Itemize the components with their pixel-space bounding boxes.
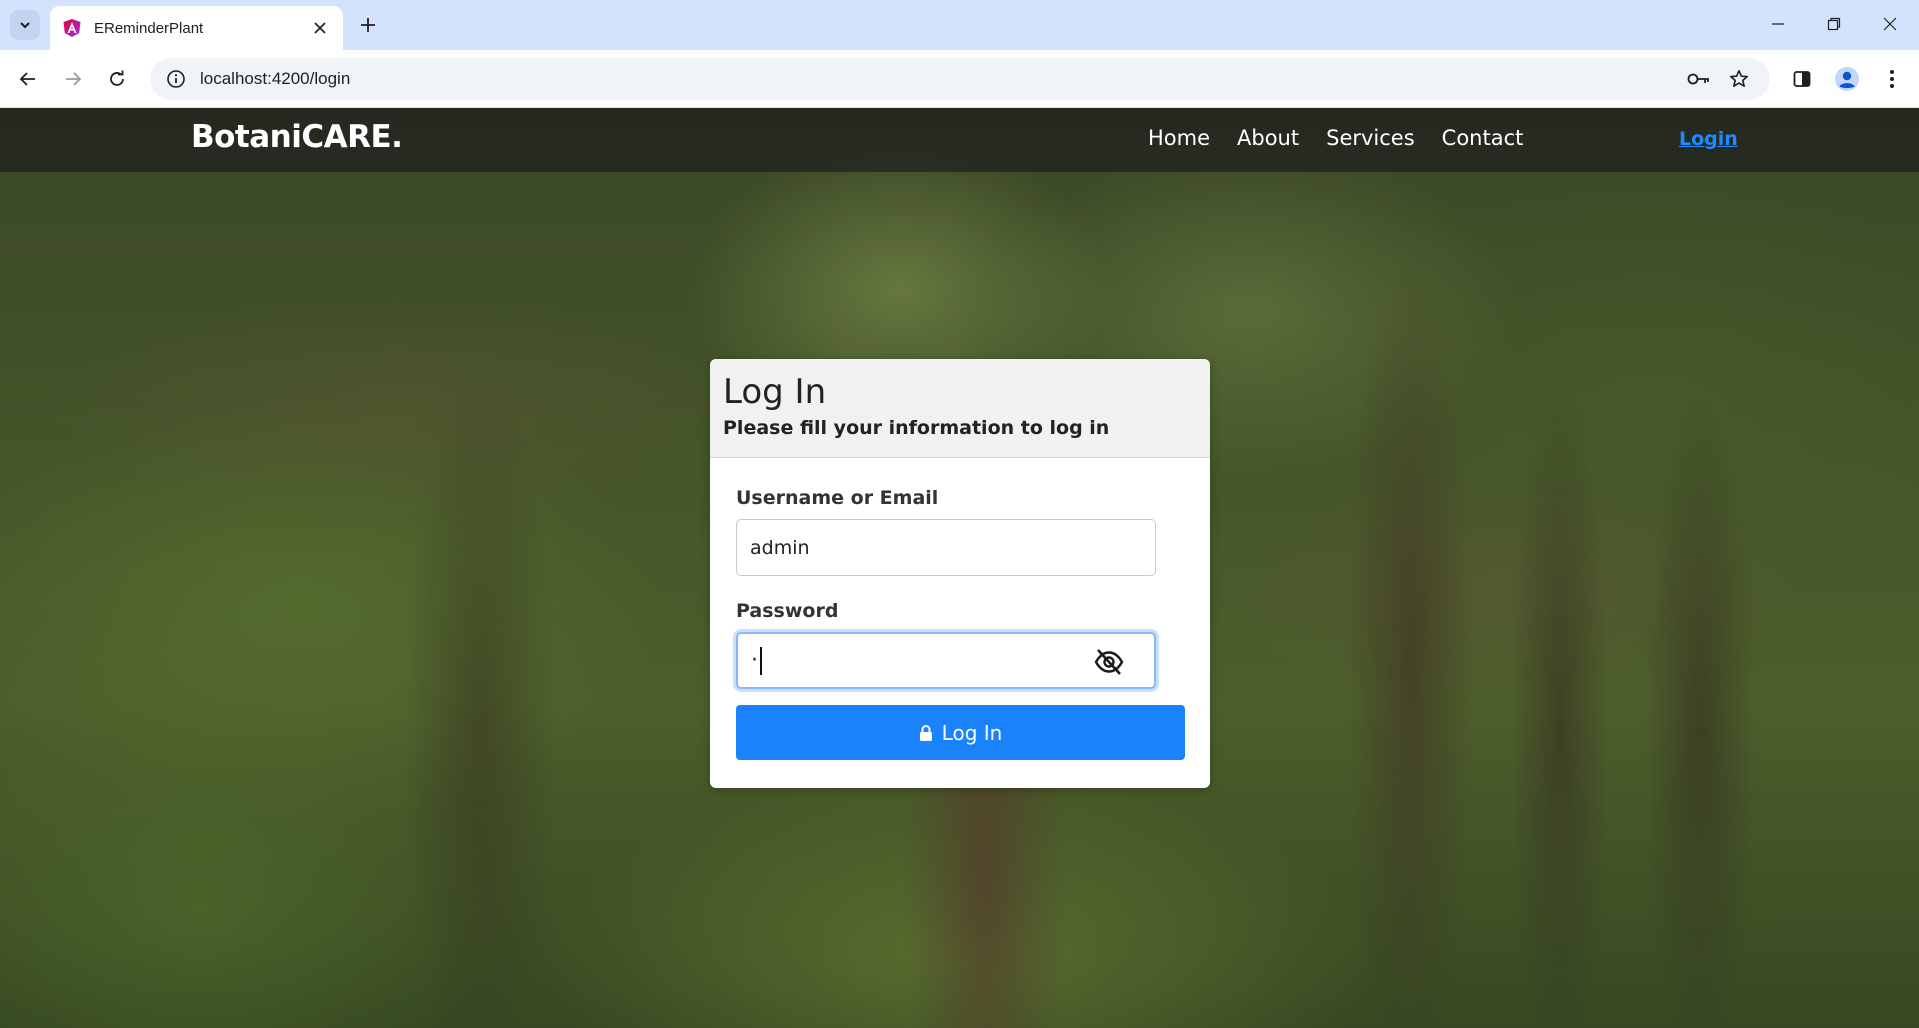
window-close-icon[interactable] xyxy=(1867,6,1913,42)
eye-slash-icon[interactable] xyxy=(1094,648,1124,676)
angular-favicon-icon xyxy=(63,19,81,37)
password-field[interactable]: · xyxy=(736,632,1156,689)
login-subtitle: Please fill your information to log in xyxy=(723,416,1110,439)
minimize-icon[interactable] xyxy=(1755,6,1801,42)
login-title: Log In xyxy=(723,372,827,412)
more-icon[interactable] xyxy=(1876,63,1908,95)
profile-icon[interactable] xyxy=(1831,63,1863,95)
login-button[interactable]: Log In xyxy=(736,705,1185,760)
sidebar-icon[interactable] xyxy=(1786,63,1818,95)
browser-toolbar: localhost:4200/login xyxy=(0,50,1919,108)
star-icon[interactable] xyxy=(1724,64,1754,94)
username-label: Username or Email xyxy=(736,487,939,509)
tab-list-icon[interactable] xyxy=(10,10,40,40)
brand-logo[interactable]: BotaniCARE. xyxy=(191,119,403,155)
close-icon[interactable] xyxy=(309,17,331,39)
restore-icon[interactable] xyxy=(1811,6,1857,42)
site-navbar: BotaniCARE. Home About Services Contact … xyxy=(0,109,1919,172)
login-card-header: Log In Please fill your information to l… xyxy=(710,359,1210,458)
nav-login-link[interactable]: Login xyxy=(1679,128,1738,150)
password-input[interactable]: · xyxy=(751,648,758,673)
nav-link-services[interactable]: Services xyxy=(1326,126,1415,150)
text-caret xyxy=(760,646,762,675)
password-label: Password xyxy=(736,600,839,622)
nav-links: Home About Services Contact xyxy=(1148,126,1523,150)
plus-icon[interactable] xyxy=(353,10,383,40)
page-background: BotaniCARE. Home About Services Contact … xyxy=(0,109,1919,1028)
browser-tab[interactable]: EReminderPlant xyxy=(50,6,343,50)
lock-icon xyxy=(919,724,932,741)
tab-title: EReminderPlant xyxy=(94,19,204,37)
username-field[interactable] xyxy=(736,519,1156,576)
nav-link-contact[interactable]: Contact xyxy=(1442,126,1524,150)
key-icon[interactable] xyxy=(1684,64,1714,94)
nav-link-about[interactable]: About xyxy=(1237,126,1299,150)
site-info-icon[interactable] xyxy=(166,69,186,89)
login-button-label: Log In xyxy=(941,720,1003,745)
username-input[interactable] xyxy=(750,536,1142,559)
forward-icon[interactable] xyxy=(57,63,89,95)
address-bar[interactable]: localhost:4200/login xyxy=(150,58,1770,100)
reload-icon[interactable] xyxy=(101,63,133,95)
browser-tab-strip: EReminderPlant xyxy=(0,0,1919,50)
login-form: Username or Email Password · Log In xyxy=(710,458,1210,760)
nav-link-home[interactable]: Home xyxy=(1148,126,1210,150)
login-card: Log In Please fill your information to l… xyxy=(710,359,1210,788)
back-icon[interactable] xyxy=(12,63,44,95)
url-text[interactable]: localhost:4200/login xyxy=(200,69,1674,89)
